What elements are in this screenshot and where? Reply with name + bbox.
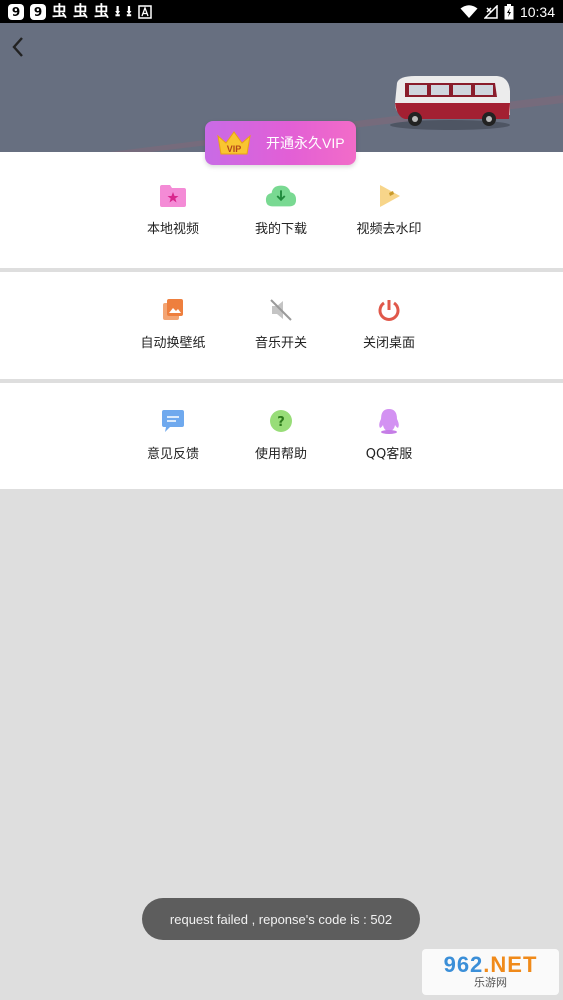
menu-item-label: 音乐开关	[254, 336, 307, 351]
local-video-folder-icon	[157, 180, 189, 212]
watermark-subtitle: 乐游网	[474, 976, 507, 989]
error-toast: request failed , reponse's code is : 502	[142, 898, 420, 940]
remove-watermark-icon	[373, 180, 405, 212]
menu-item-auto-wallpaper[interactable]: 自动换壁纸	[119, 294, 227, 351]
bug-notification-icon: 虫	[94, 2, 110, 20]
menu-item-label: 自动换壁纸	[140, 336, 206, 351]
vip-button-label: 开通永久VIP	[266, 135, 345, 151]
no-signal-icon	[483, 4, 498, 19]
menu-item-feedback[interactable]: 意见反馈	[119, 405, 227, 462]
download-notification-icon: ⭳	[126, 2, 132, 20]
wifi-icon	[460, 4, 478, 18]
menu-item-label: 我的下载	[254, 222, 307, 237]
menu-item-label: QQ客服	[365, 447, 413, 462]
menu-item-label: 意见反馈	[146, 447, 199, 462]
menu-item-local-video[interactable]: 本地视频	[119, 180, 227, 237]
help-icon: ?	[265, 405, 297, 437]
battery-charging-icon	[504, 3, 514, 19]
feedback-icon	[157, 405, 189, 437]
menu-item-my-downloads[interactable]: 我的下载	[227, 180, 335, 237]
download-notification-icon: ⭳	[115, 2, 121, 20]
notification-icons: 9 9 虫 虫 虫 ⭳ ⭳	[8, 2, 152, 21]
menu-section-support: 意见反馈 ? 使用帮助 QQ客服	[0, 383, 563, 489]
menu-section-media: 本地视频 我的下载 视频去水印	[0, 152, 563, 268]
svg-text:VIP: VIP	[227, 144, 242, 154]
power-icon	[373, 294, 405, 326]
download-cloud-icon	[265, 180, 297, 212]
system-status-icons: 10:34	[460, 2, 555, 21]
menu-item-label: 使用帮助	[254, 447, 307, 462]
notification-badge-icon: 9	[30, 3, 46, 20]
svg-text:?: ?	[277, 415, 285, 430]
menu-section-settings: 自动换壁纸 音乐开关 关闭桌面	[0, 272, 563, 379]
menu-item-remove-watermark[interactable]: 视频去水印	[335, 180, 443, 237]
clock: 10:34	[519, 3, 555, 20]
status-bar: 9 9 虫 虫 虫 ⭳ ⭳ 10:34	[0, 0, 563, 23]
menu-item-label: 本地视频	[146, 222, 199, 237]
bug-notification-icon: 虫	[73, 2, 89, 20]
menu-item-help[interactable]: ? 使用帮助	[227, 405, 335, 462]
music-muted-icon	[265, 294, 297, 326]
notification-badge-icon: 9	[8, 3, 24, 20]
open-vip-button[interactable]: VIP 开通永久VIP	[205, 121, 356, 165]
van-illustration	[390, 76, 510, 130]
bug-notification-icon: 虫	[52, 2, 68, 20]
wallpaper-icon	[157, 294, 189, 326]
menu-item-close-desktop[interactable]: 关闭桌面	[335, 294, 443, 351]
font-a-icon	[137, 4, 152, 19]
watermark-brand: 962.NET	[443, 952, 538, 977]
crown-icon: VIP	[217, 131, 251, 155]
menu-item-music-toggle[interactable]: 音乐开关	[227, 294, 335, 351]
menu-item-label: 关闭桌面	[362, 336, 415, 351]
menu-item-label: 视频去水印	[356, 222, 422, 237]
qq-penguin-icon	[373, 405, 405, 437]
site-watermark-logo: 962.NET 乐游网	[422, 949, 559, 995]
menu-item-qq-service[interactable]: QQ客服	[335, 405, 443, 462]
